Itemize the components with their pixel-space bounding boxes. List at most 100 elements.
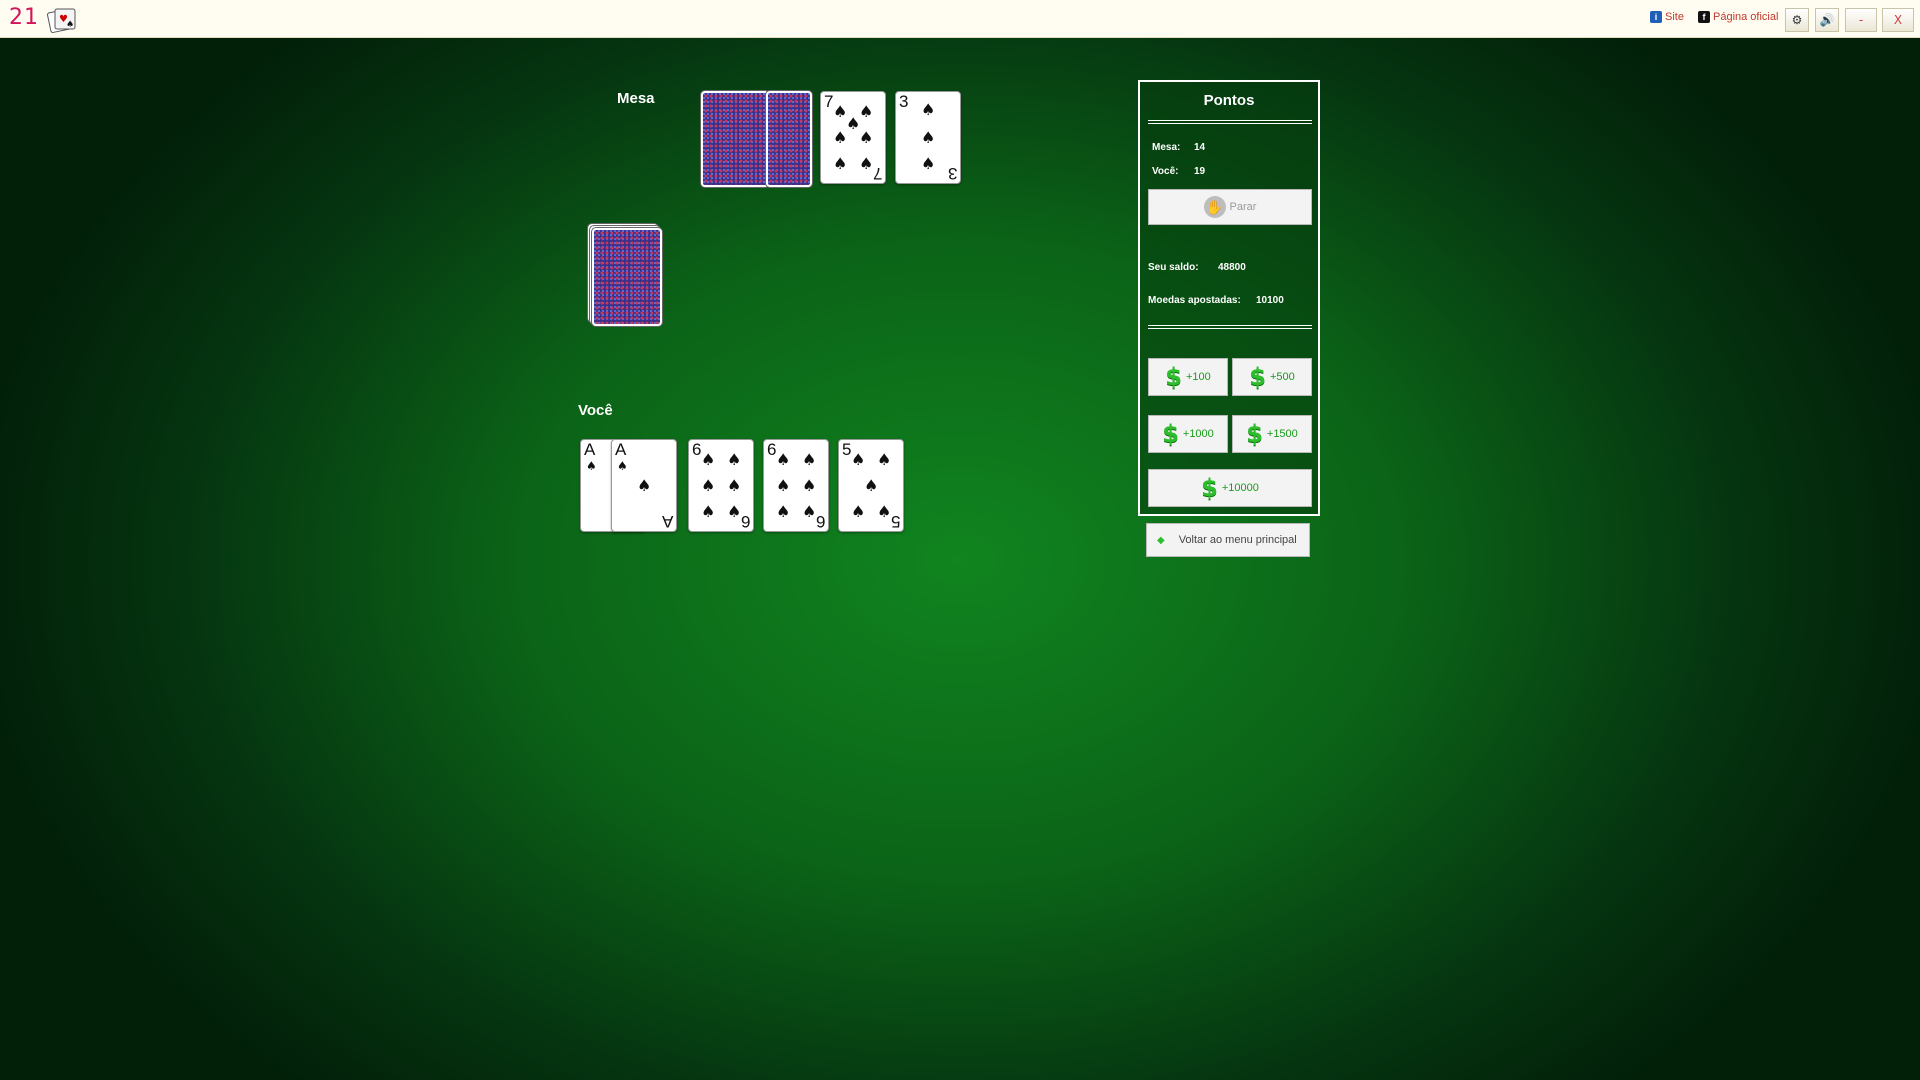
bet-500-label: +500	[1269, 371, 1295, 383]
spade-icon: ♠	[833, 128, 848, 147]
deck-card-top	[592, 228, 662, 326]
dealer-card-3: 7 ♠ ♠ ♠ ♠ ♠ ♠ ♠ 7	[820, 91, 886, 184]
minimize-label: -	[1858, 13, 1864, 27]
balance-value: 48800	[1218, 262, 1246, 273]
stand-label: Parar	[1229, 201, 1257, 213]
back-to-menu-button[interactable]: ◆ Voltar ao menu principal	[1146, 523, 1310, 557]
player-card-3: 6 ♠ ♠ ♠ ♠ ♠ ♠ 6	[688, 439, 754, 532]
spade-icon: ♠	[877, 502, 892, 521]
bet-100-label: +100	[1185, 371, 1211, 383]
card-rank-bottom: 6	[740, 512, 750, 531]
svg-text:♠: ♠	[66, 20, 74, 30]
dollar-icon: $	[1165, 363, 1182, 391]
balance-label: Seu saldo:	[1148, 262, 1199, 273]
bet-1500-label: +1500	[1266, 428, 1298, 440]
spade-icon: ♠	[701, 476, 716, 495]
spade-icon: ♠	[859, 128, 874, 147]
player-card-4: 6 ♠ ♠ ♠ ♠ ♠ ♠ 6	[763, 439, 829, 532]
player-points-label: Você:	[1152, 166, 1179, 177]
app-logo: 21	[9, 5, 39, 30]
official-page-label: Página oficial	[1713, 11, 1779, 23]
spade-icon: ♠	[859, 102, 874, 121]
dealer-card-back-1	[701, 91, 769, 187]
bet-10000-button[interactable]: $ +10000	[1148, 469, 1312, 507]
card-rank: A	[584, 440, 596, 459]
player-card-2: A ♠ ♠ A	[611, 439, 677, 532]
card-rank-bottom: 3	[947, 164, 957, 183]
spade-icon: ♠	[637, 476, 652, 495]
stand-button[interactable]: ✋ Parar	[1148, 189, 1312, 225]
bet-500-button[interactable]: $ +500	[1232, 358, 1312, 396]
speaker-icon: 🔊	[1819, 13, 1835, 27]
hand-icon: ✋	[1203, 196, 1226, 218]
dollar-icon: $	[1201, 474, 1218, 502]
spade-icon: ♠	[617, 459, 628, 473]
gear-icon: ⚙	[1791, 13, 1803, 27]
site-link[interactable]: i Site	[1650, 11, 1684, 23]
dealer-points-value: 14	[1194, 142, 1206, 153]
dealer-card-back-2	[766, 91, 812, 187]
spade-icon: ♠	[701, 502, 716, 521]
cards-icon: ♥ ♠	[47, 8, 76, 33]
close-label: X	[1893, 13, 1903, 27]
close-button[interactable]: X	[1882, 8, 1914, 32]
info-icon: i	[1650, 11, 1662, 23]
spade-icon: ♠	[833, 154, 848, 173]
facebook-icon: f	[1698, 11, 1710, 23]
dollar-icon: $	[1249, 363, 1266, 391]
deck[interactable]	[588, 224, 664, 328]
title-bar: 21 ♥ ♠ i Site f Página oficial ⚙ 🔊 - X	[0, 0, 1920, 38]
spade-icon: ♠	[921, 128, 936, 147]
bet-100-button[interactable]: $ +100	[1148, 358, 1228, 396]
spade-icon: ♠	[727, 450, 742, 469]
card-rank-bottom: 6	[815, 512, 825, 531]
player-card-5: 5 ♠ ♠ ♠ ♠ ♠ 5	[838, 439, 904, 532]
back-to-menu-label: Voltar ao menu principal	[1178, 534, 1297, 546]
spade-icon: ♠	[802, 476, 817, 495]
player-label: Você	[578, 402, 613, 419]
spade-icon: ♠	[776, 502, 791, 521]
player-points-value: 19	[1194, 166, 1206, 177]
spade-icon: ♠	[727, 476, 742, 495]
divider	[1148, 120, 1312, 124]
spade-icon: ♠	[776, 450, 791, 469]
bet-1000-label: +1000	[1182, 428, 1214, 440]
card-rank-bottom: 5	[890, 512, 900, 531]
official-page-link[interactable]: f Página oficial	[1698, 11, 1778, 23]
spade-icon: ♠	[727, 502, 742, 521]
bet-1500-button[interactable]: $ +1500	[1232, 415, 1312, 453]
spade-icon: ♠	[921, 154, 936, 173]
spade-icon: ♠	[859, 154, 874, 173]
spade-icon: ♠	[776, 476, 791, 495]
card-rank-bottom: A	[661, 512, 673, 531]
site-link-label: Site	[1665, 11, 1684, 23]
dollar-icon: $	[1162, 420, 1179, 448]
points-panel: Pontos Mesa: 14 Você: 19 ✋ Parar Seu sal…	[1138, 80, 1320, 516]
bet-value: 10100	[1256, 295, 1284, 306]
panel-title: Pontos	[1203, 92, 1255, 109]
spade-icon: ♠	[851, 502, 866, 521]
spade-icon: ♠	[586, 459, 597, 473]
spade-icon: ♠	[851, 450, 866, 469]
dealer-label: Mesa	[617, 90, 655, 107]
spade-icon: ♠	[802, 502, 817, 521]
card-rank: 3	[899, 92, 909, 111]
spade-icon: ♠	[701, 450, 716, 469]
dealer-points-label: Mesa:	[1152, 142, 1181, 153]
bet-label: Moedas apostadas:	[1148, 295, 1241, 306]
dollar-icon: $	[1246, 420, 1263, 448]
spade-icon: ♠	[802, 450, 817, 469]
dealer-card-4: 3 ♠ ♠ ♠ 3	[895, 91, 961, 184]
arrow-icon: ◆	[1157, 534, 1165, 546]
minimize-button[interactable]: -	[1845, 8, 1877, 32]
card-rank: A	[615, 440, 627, 459]
sound-button[interactable]: 🔊	[1815, 8, 1839, 32]
settings-button[interactable]: ⚙	[1785, 8, 1809, 32]
spade-icon: ♠	[864, 476, 879, 495]
card-rank-bottom: 7	[872, 164, 882, 183]
bet-10000-label: +10000	[1221, 482, 1259, 494]
spade-icon: ♠	[921, 100, 936, 119]
spade-icon: ♠	[877, 450, 892, 469]
divider	[1148, 325, 1312, 329]
bet-1000-button[interactable]: $ +1000	[1148, 415, 1228, 453]
